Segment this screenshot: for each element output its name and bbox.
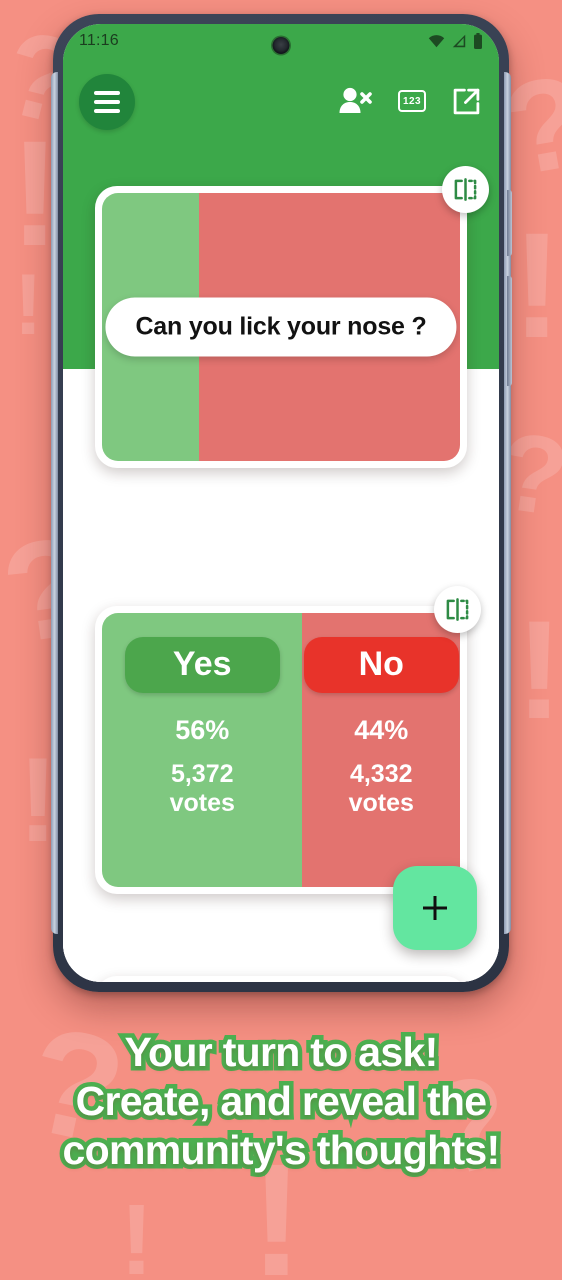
volume-button[interactable] — [507, 276, 512, 386]
status-time: 11:16 — [79, 32, 119, 49]
question-card[interactable]: Can you lick your nose ? — [95, 186, 467, 468]
power-button[interactable] — [507, 190, 512, 256]
promo-caption: Your turn to ask! Create, and reveal the… — [0, 1025, 562, 1178]
status-icons — [428, 33, 483, 49]
poll-card-list: Can you lick your nose ? Yes 56% 5,372 v… — [63, 58, 499, 982]
add-poll-button[interactable] — [393, 866, 477, 950]
no-answer-label: No — [358, 645, 404, 683]
no-votes-count: 4,332 — [349, 759, 413, 788]
results-no-column[interactable]: No 44% 4,332 votes — [302, 613, 460, 887]
no-percent: 44% — [354, 714, 409, 745]
background-mark: ! — [516, 591, 562, 748]
promo-line: Create, and reveal the — [71, 1073, 491, 1128]
results-yes-column[interactable]: Yes 56% 5,372 votes — [102, 613, 303, 887]
yes-answer-label: Yes — [172, 645, 232, 683]
swap-compare-icon[interactable] — [442, 166, 489, 213]
wifi-icon — [428, 35, 445, 48]
question-bubble: Can you lick your nose ? — [105, 297, 457, 357]
cellular-signal-icon — [452, 34, 466, 48]
swap-compare-icon[interactable] — [434, 586, 481, 633]
front-camera-punch-hole — [272, 37, 290, 54]
plus-icon — [423, 896, 447, 920]
no-votes-unit: votes — [348, 789, 414, 818]
question-text: Can you lick your nose ? — [135, 312, 427, 341]
background-mark: ! — [120, 1184, 154, 1280]
phone-side-rail-left — [51, 72, 58, 934]
no-votes: 4,332 votes — [349, 760, 414, 819]
next-poll-card-peek[interactable] — [95, 976, 467, 982]
battery-icon — [474, 33, 482, 49]
question-card-split: Can you lick your nose ? — [102, 193, 460, 461]
results-card[interactable]: Yes 56% 5,372 votes No 44% 4,332 votes — [95, 606, 467, 894]
yes-percent: 56% — [175, 714, 230, 745]
no-answer-button[interactable]: No — [303, 637, 459, 693]
results-card-split: Yes 56% 5,372 votes No 44% 4,332 votes — [102, 613, 460, 887]
background-mark: ! — [14, 257, 43, 353]
yes-votes-count: 5,372 — [170, 759, 234, 788]
app-content: 123 Can you lick your nose ? Yes 56% 5,3… — [63, 58, 499, 982]
promo-line: community's thoughts! — [58, 1122, 505, 1177]
promo-line: Your turn to ask! — [120, 1025, 443, 1080]
yes-votes-unit: votes — [169, 789, 235, 818]
phone-screen: 11:16 123 Can you lick your nose ? Yes 5… — [63, 24, 499, 982]
status-bar: 11:16 — [63, 24, 499, 58]
yes-votes: 5,372 votes — [170, 760, 235, 819]
yes-answer-button[interactable]: Yes — [124, 637, 280, 693]
background-mark: ! — [512, 201, 562, 369]
phone-device: 11:16 123 Can you lick your nose ? Yes 5… — [51, 14, 512, 992]
